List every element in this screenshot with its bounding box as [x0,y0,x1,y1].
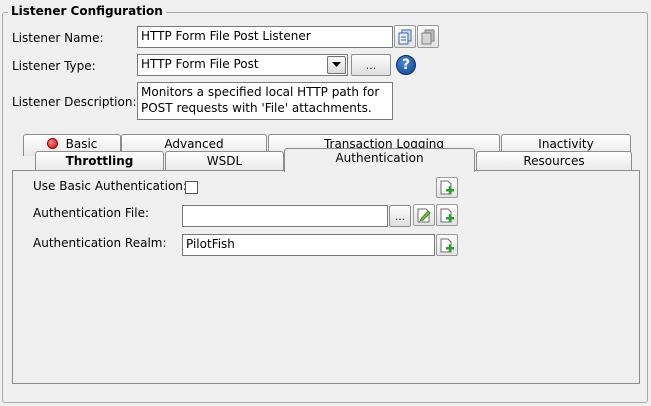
basic-auth-add-variable-button[interactable] [436,177,458,198]
help-icon[interactable]: ? [396,55,416,75]
auth-file-edit-button[interactable] [413,204,435,226]
listener-description-label: Listener Description: [12,95,137,109]
tab-wsdl-label: WSDL [206,154,243,168]
basic-auth-checkbox[interactable] [185,181,198,194]
tab-authentication[interactable]: Authentication [284,148,475,172]
tab-advanced-label: Advanced [164,137,224,151]
section-title: Listener Configuration [8,4,166,18]
copy-icon [398,29,412,44]
auth-file-input[interactable] [182,205,388,227]
tab-throttling-label: Throttling [65,154,134,168]
auth-realm-add-variable-button[interactable] [436,234,458,256]
add-variable-icon [440,208,454,222]
auth-file-browse-button[interactable]: ... [389,205,411,227]
edit-icon [417,208,431,222]
listener-type-browse-button[interactable]: ... [351,54,391,76]
tab-wsdl[interactable]: WSDL [165,151,284,171]
tab-resources-label: Resources [523,154,585,168]
tab-throttling[interactable]: Throttling [35,151,164,171]
add-variable-icon [440,180,454,195]
listener-description-textarea[interactable]: Monitors a specified local HTTP path for… [137,82,393,120]
add-variable-icon [440,238,454,252]
listener-type-select[interactable]: HTTP Form File Post [137,54,348,76]
listener-type-label: Listener Type: [12,59,96,73]
tab-authentication-label: Authentication [335,151,424,165]
authentication-panel [12,170,640,384]
auth-file-label: Authentication File: [33,206,150,220]
auth-realm-label: Authentication Realm: [33,236,167,250]
tab-resources[interactable]: Resources [476,151,632,171]
tab-inactivity-label: Inactivity [538,137,594,151]
tab-basic-label: Basic [65,137,98,151]
paste-icon [421,29,435,44]
paste-button[interactable] [417,25,439,48]
listener-name-input[interactable]: HTTP Form File Post Listener [137,26,393,48]
copy-button[interactable] [394,25,416,48]
auth-realm-input[interactable]: PilotFish [182,234,435,256]
basic-auth-label: Use Basic Authentication: [33,179,187,193]
listener-type-value: HTTP Form File Post [141,57,259,71]
chevron-down-icon [332,62,341,67]
listener-type-dropdown-button[interactable] [327,56,346,74]
red-status-icon [46,138,58,149]
auth-file-add-variable-button[interactable] [436,204,458,226]
listener-name-label: Listener Name: [12,31,104,45]
